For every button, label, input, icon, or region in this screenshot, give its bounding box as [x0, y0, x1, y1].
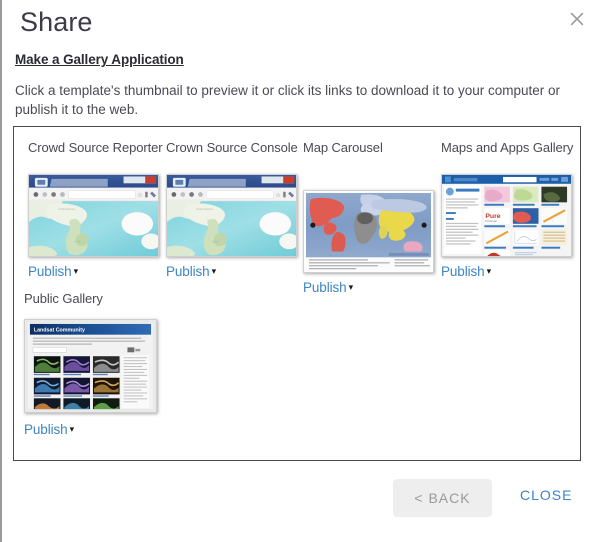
template-card-crown-source-console: Crown Source Console: [166, 140, 301, 281]
svg-text:Potomac: Potomac: [485, 219, 497, 223]
chevron-down-icon: ▾: [70, 424, 74, 435]
publish-link[interactable]: Publish▾: [28, 264, 78, 279]
back-button[interactable]: < BACK: [393, 479, 492, 517]
svg-text:South: South: [74, 240, 81, 243]
publish-link[interactable]: Publish▾: [303, 280, 353, 295]
intro-text: Click a template's thumbnail to preview …: [15, 81, 593, 119]
share-dialog: Share Make a Gallery Application Click a…: [0, 0, 600, 542]
publish-label: Publish: [24, 422, 68, 437]
templates-panel: Crowd Source Reporter: [13, 126, 581, 461]
landsat-community-thumbnail[interactable]: Landsat Community: [24, 319, 157, 413]
make-a-gallery-application-link[interactable]: Make a Gallery Application: [15, 52, 184, 67]
publish-label: Publish: [441, 264, 485, 279]
template-card-map-carousel: Map Carousel: [303, 140, 438, 297]
template-card-crowd-source-reporter: Crowd Source Reporter: [28, 140, 163, 281]
chevron-down-icon: ▾: [74, 266, 78, 277]
svg-text:North America: North America: [59, 208, 76, 211]
chevron-down-icon: ▾: [487, 266, 491, 277]
template-title: Crowd Source Reporter: [28, 140, 163, 172]
world-political-map-thumbnail[interactable]: [303, 190, 434, 273]
page-title: Share: [20, 6, 93, 38]
publish-label: Publish: [303, 280, 347, 295]
gallery-grid-thumbnail[interactable]: Pure Potomac: [441, 174, 572, 257]
svg-text:☆: ☆: [137, 192, 142, 199]
browser-map-thumbnail[interactable]: ☆ North America South: [28, 174, 159, 257]
svg-text:North America: North America: [197, 208, 214, 211]
svg-text:South: South: [212, 240, 219, 243]
publish-label: Publish: [166, 264, 210, 279]
close-button[interactable]: CLOSE: [520, 487, 572, 503]
publish-label: Publish: [28, 264, 72, 279]
svg-text:☆: ☆: [275, 192, 280, 199]
publish-link[interactable]: Publish▾: [24, 422, 74, 437]
template-title: Public Gallery: [24, 291, 159, 307]
chevron-down-icon: ▾: [212, 266, 216, 277]
chevron-down-icon: ▾: [349, 282, 353, 293]
template-card-maps-and-apps-gallery: Maps and Apps Gallery: [441, 140, 576, 281]
template-title: Crown Source Console: [166, 140, 301, 172]
template-card-public-gallery: Public Gallery Landsat Community: [24, 291, 159, 439]
thumbnail-header-text: Landsat Community: [34, 328, 85, 334]
template-title: Map Carousel: [303, 140, 438, 172]
template-title: Maps and Apps Gallery: [441, 140, 576, 172]
browser-map-thumbnail[interactable]: ☆ North America South: [166, 174, 297, 257]
close-icon[interactable]: [564, 6, 590, 32]
publish-link[interactable]: Publish▾: [166, 264, 216, 279]
publish-link[interactable]: Publish▾: [441, 264, 491, 279]
